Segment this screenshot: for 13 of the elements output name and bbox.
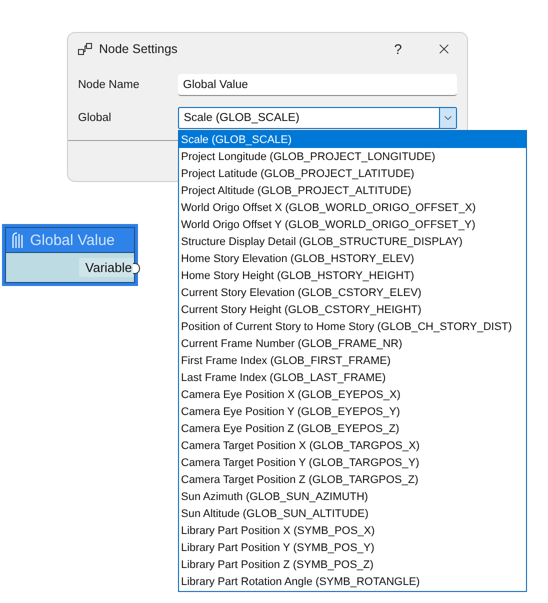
- node-name-field[interactable]: Global Value: [178, 74, 457, 96]
- global-dropdown[interactable]: Scale (GLOB_SCALE): [178, 107, 457, 129]
- dropdown-option[interactable]: Scale (GLOB_SCALE): [179, 131, 526, 148]
- window-title: Node Settings: [99, 42, 179, 56]
- node-card[interactable]: Global Value Variable: [2, 224, 138, 286]
- help-button[interactable]: ?: [375, 33, 421, 64]
- field-label: Node Name: [78, 79, 140, 91]
- bars-icon: [12, 232, 24, 248]
- output-port[interactable]: [133, 263, 140, 274]
- node-title: Global Value: [30, 232, 115, 248]
- node-icon: [78, 42, 93, 54]
- port-label: Variable: [79, 258, 134, 277]
- field-label: Global: [78, 112, 112, 124]
